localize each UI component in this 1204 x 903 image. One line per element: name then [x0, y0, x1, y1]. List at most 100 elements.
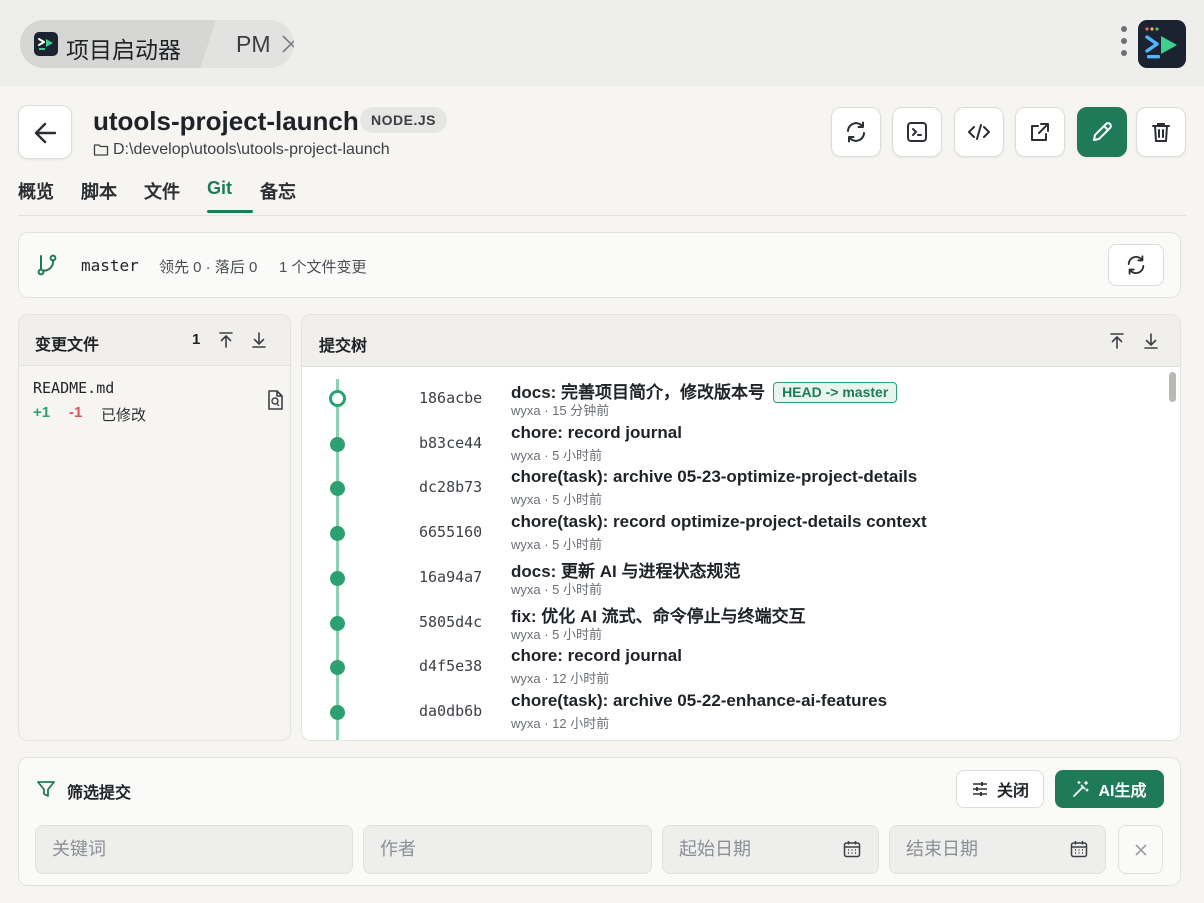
commit-meta: wyxa · 15 分钟前	[511, 403, 610, 418]
commit-hash: 5805d4c	[419, 612, 483, 631]
scrollbar[interactable]	[1169, 372, 1176, 402]
calendar-icon[interactable]	[1069, 839, 1089, 859]
changed-file-row[interactable]: README.md +1 -1 已修改	[33, 377, 283, 427]
commit-message-line: chore(task): archive 05-23-optimize-proj…	[511, 467, 917, 487]
file-status: 已修改	[101, 407, 147, 424]
commit-node	[330, 704, 345, 720]
commit-row[interactable]: dc28b73 chore(task): archive 05-23-optimi…	[302, 465, 1162, 510]
branch-status-bar: master 领先 0 · 落后 0 1 个文件变更	[18, 232, 1181, 298]
code-icon	[968, 124, 990, 140]
ai-generate-button[interactable]: AI生成	[1055, 770, 1164, 808]
tab-git[interactable]: Git	[207, 178, 232, 199]
commit-hash: b83ce44	[419, 433, 483, 452]
tab-overview[interactable]: 概览	[18, 178, 54, 204]
commit-hash: dc28b73	[419, 478, 483, 497]
arrow-up-to-top-icon[interactable]	[1108, 332, 1126, 350]
ai-generate-label: AI生成	[1098, 783, 1147, 800]
lines-added: +1	[33, 404, 51, 421]
commit-node	[330, 481, 345, 497]
commit-hash: d4f5e38	[419, 657, 483, 676]
commit-list: 186acbe docs: 完善项目简介，修改版本号 HEAD -> master w…	[302, 367, 1180, 740]
project-path-text: D:\develop\utools\utools-project-launch	[113, 141, 390, 158]
tab-scripts[interactable]: 脚本	[81, 178, 117, 204]
arrow-down-to-bottom-icon[interactable]	[1142, 332, 1160, 350]
commit-message-line: chore(task): record optimize-project-det…	[511, 512, 927, 532]
changed-files-count: 1	[192, 331, 201, 348]
more-menu-icon[interactable]	[1116, 26, 1132, 62]
project-name: utools-project-launch	[93, 106, 359, 136]
window-tabs: 项目启动器 PM	[20, 20, 294, 68]
commit-hash: 6655160	[419, 523, 483, 542]
ahead-behind: 领先 0 · 落后 0	[159, 259, 258, 276]
close-icon	[1134, 843, 1147, 856]
commit-meta: wyxa · 5 小时前	[511, 447, 603, 463]
commit-node	[330, 570, 345, 586]
clear-filter-button[interactable]	[1118, 825, 1163, 874]
back-button[interactable]	[18, 105, 72, 159]
commit-message-line: chore: record journal	[511, 646, 682, 666]
runtime-badge: NODE.JS	[360, 107, 447, 133]
commit-meta: wyxa · 12 小时前	[511, 715, 610, 731]
edit-icon	[1093, 122, 1112, 141]
file-name: README.md	[33, 379, 115, 397]
commit-node	[330, 526, 345, 542]
project-path: D:\develop\utools\utools-project-launch	[93, 141, 390, 161]
arrow-down-to-bottom-icon[interactable]	[250, 331, 268, 349]
changed-files-header: 变更文件 1	[19, 315, 290, 366]
arrow-up-to-top-icon[interactable]	[217, 331, 235, 349]
changes-summary: 1 个文件变更	[279, 259, 367, 276]
magic-wand-icon	[1073, 780, 1090, 797]
calendar-icon[interactable]	[842, 839, 862, 859]
app-logo-icon	[34, 32, 58, 56]
refresh-icon	[1127, 255, 1145, 275]
commit-row[interactable]: 186acbe docs: 完善项目简介，修改版本号 HEAD -> master w…	[302, 376, 1162, 421]
commit-row[interactable]: 16a94a7 docs: 更新 AI 与进程状态规范 wyxa · 5 小时前	[302, 555, 1162, 600]
commit-tree-panel: 提交树 186acbe docs: 完善项目简介，修改版本号 HEAD -> mas…	[301, 314, 1181, 741]
commit-message: chore: record journal	[511, 646, 682, 666]
git-refresh-button[interactable]	[1108, 244, 1164, 286]
commit-row[interactable]: 5805d4c fix: 优化 AI 流式、命令停止与终端交互 wyxa · 5 小…	[302, 600, 1162, 645]
external-link-icon	[1031, 123, 1049, 141]
commit-row[interactable]: b83ce44 chore: record journal wyxa · 5 小时前	[302, 421, 1162, 466]
close-icon[interactable]	[280, 33, 294, 55]
delete-project-button[interactable]	[1136, 107, 1186, 157]
commit-row[interactable]: 6655160 chore(task): record optimize-proj…	[302, 510, 1162, 555]
terminal-button[interactable]	[892, 107, 942, 157]
commit-node	[330, 436, 345, 452]
divider	[18, 215, 1186, 216]
terminal-icon	[907, 122, 927, 142]
file-diff-icon[interactable]	[265, 389, 285, 411]
refresh-button[interactable]	[831, 107, 881, 157]
commit-row[interactable]: da0db6b chore(task): archive 05-22-enhanc…	[302, 689, 1162, 734]
author-input[interactable]	[363, 825, 652, 874]
commit-tree-header: 提交树	[302, 315, 1180, 367]
open-editor-button[interactable]	[954, 107, 1004, 157]
commit-meta: wyxa · 5 小时前	[511, 537, 603, 553]
commit-message-line: chore(task): archive 05-22-enhance-ai-fe…	[511, 691, 887, 711]
commit-filter: 筛选提交 关闭 AI生成	[18, 757, 1181, 886]
tab-files[interactable]: 文件	[144, 178, 180, 204]
folder-icon	[93, 144, 109, 156]
branch-name: master	[81, 256, 139, 275]
keyword-input[interactable]	[35, 825, 353, 874]
active-tab-indicator	[207, 210, 253, 213]
tab-app-label: 项目启动器	[66, 37, 181, 63]
close-filter-label: 关闭	[996, 783, 1029, 800]
tab-pm-label[interactable]: PM	[236, 31, 271, 58]
commit-message: chore(task): archive 05-23-optimize-proj…	[511, 467, 918, 487]
commit-message: chore: record journal	[511, 422, 682, 442]
edit-project-button[interactable]	[1077, 107, 1127, 157]
changed-files-title: 变更文件	[35, 337, 100, 354]
open-folder-button[interactable]	[1015, 107, 1065, 157]
commit-meta: wyxa · 5 小时前	[511, 626, 603, 642]
commit-message: chore(task): archive 05-22-enhance-ai-fe…	[511, 690, 888, 710]
commit-tree-title: 提交树	[319, 338, 368, 355]
commit-row[interactable]: d4f5e38 chore: record journal wyxa · 12 小时…	[302, 644, 1162, 689]
filter-title: 筛选提交	[67, 785, 132, 802]
commit-message: chore(task): record optimize-project-det…	[511, 512, 927, 532]
tab-memo[interactable]: 备忘	[260, 178, 296, 204]
refresh-icon	[847, 121, 865, 143]
commit-meta: wyxa · 5 小时前	[511, 492, 603, 508]
head-commit-node	[329, 390, 346, 407]
close-filter-button[interactable]: 关闭	[956, 770, 1044, 808]
